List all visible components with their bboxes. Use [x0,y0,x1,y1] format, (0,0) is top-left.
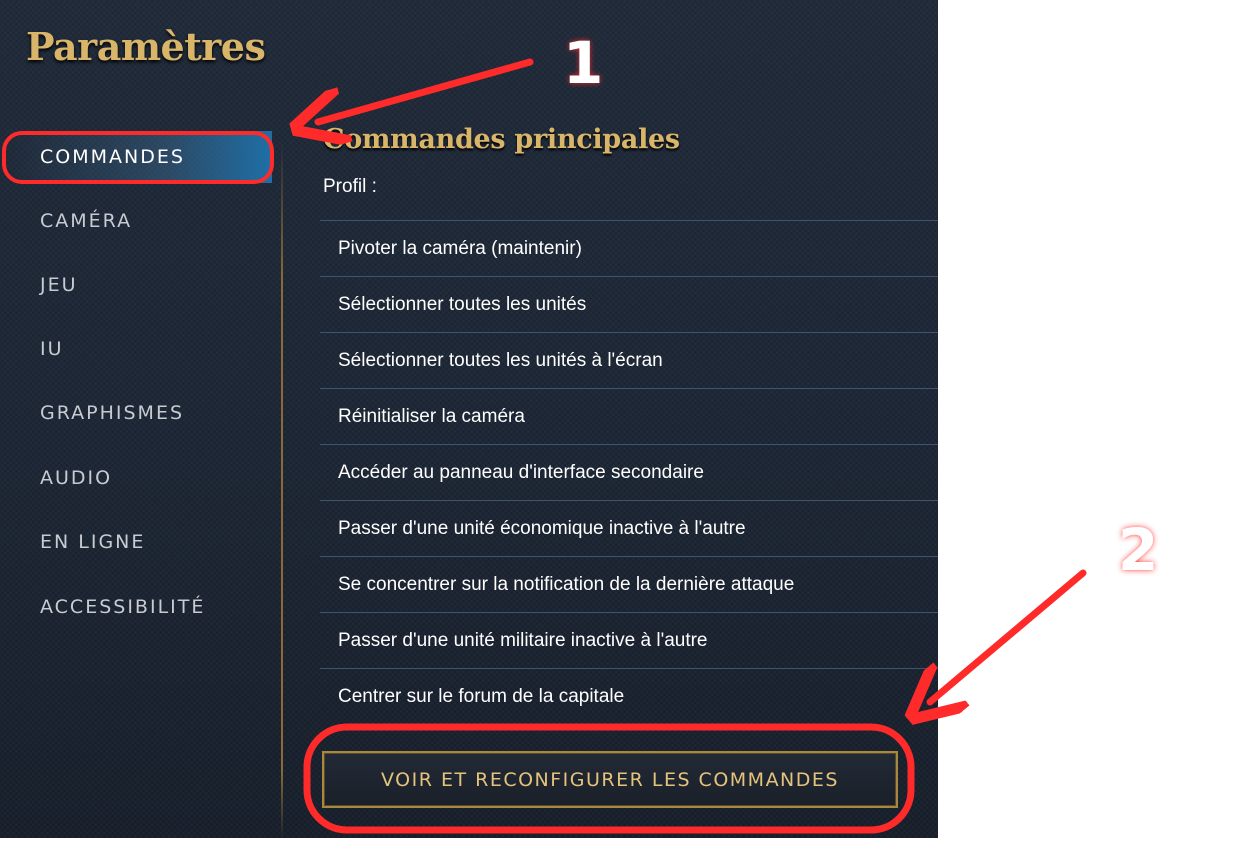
sidebar-item-commandes[interactable]: COMMANDES [40,146,185,168]
command-row[interactable]: Sélectionner toutes les unités à l'écran [320,332,938,388]
sidebar-item-iu[interactable]: IU [40,338,64,360]
command-label: Sélectionner toutes les unités à l'écran [338,350,663,371]
sidebar-item-en-ligne[interactable]: EN LIGNE [40,531,145,553]
sidebar-item-camera[interactable]: CAMÉRA [40,210,132,232]
sidebar-item-graphismes[interactable]: GRAPHISMES [40,402,184,424]
command-label: Se concentrer sur la notification de la … [338,574,795,595]
sidebar-item-audio[interactable]: AUDIO [40,467,112,489]
command-row[interactable]: Réinitialiser la caméra [320,388,938,444]
annotation-number-2: 2 [1118,516,1158,584]
sidebar-item-accessibilite[interactable]: ACCESSIBILITÉ [40,596,205,618]
annotation-arrow-2 [930,569,1087,702]
command-row[interactable]: Centrer sur le forum de la capitale [320,668,938,724]
command-row[interactable]: Sélectionner toutes les unités [320,276,938,332]
command-row[interactable]: Passer d'une unité économique inactive à… [320,500,938,556]
command-label: Passer d'une unité économique inactive à… [338,518,746,539]
reconfigure-commands-button[interactable]: VOIR ET RECONFIGURER LES COMMANDES [322,751,898,808]
command-label: Réinitialiser la caméra [338,406,525,427]
profile-label: Profil : [323,176,377,197]
sidebar-divider [281,140,283,838]
command-row[interactable]: Pivoter la caméra (maintenir) [320,220,938,276]
page-title: Paramètres [26,24,266,69]
command-row[interactable]: Accéder au panneau d'interface secondair… [320,444,938,500]
command-row[interactable]: Se concentrer sur la notification de la … [320,556,938,612]
command-label: Accéder au panneau d'interface secondair… [338,462,704,483]
command-label: Pivoter la caméra (maintenir) [338,238,582,259]
settings-panel: Paramètres COMMANDES CAMÉRA JEU IU GRAPH… [0,0,938,838]
command-row[interactable]: Passer d'une unité militaire inactive à … [320,612,938,668]
command-label: Sélectionner toutes les unités [338,294,587,315]
command-list: Pivoter la caméra (maintenir) Sélectionn… [320,220,938,724]
command-label: Centrer sur le forum de la capitale [338,686,625,707]
section-title: Commandes principales [323,124,680,155]
reconfigure-commands-label: VOIR ET RECONFIGURER LES COMMANDES [381,769,839,791]
command-label: Passer d'une unité militaire inactive à … [338,630,708,651]
sidebar-item-jeu[interactable]: JEU [40,274,78,296]
